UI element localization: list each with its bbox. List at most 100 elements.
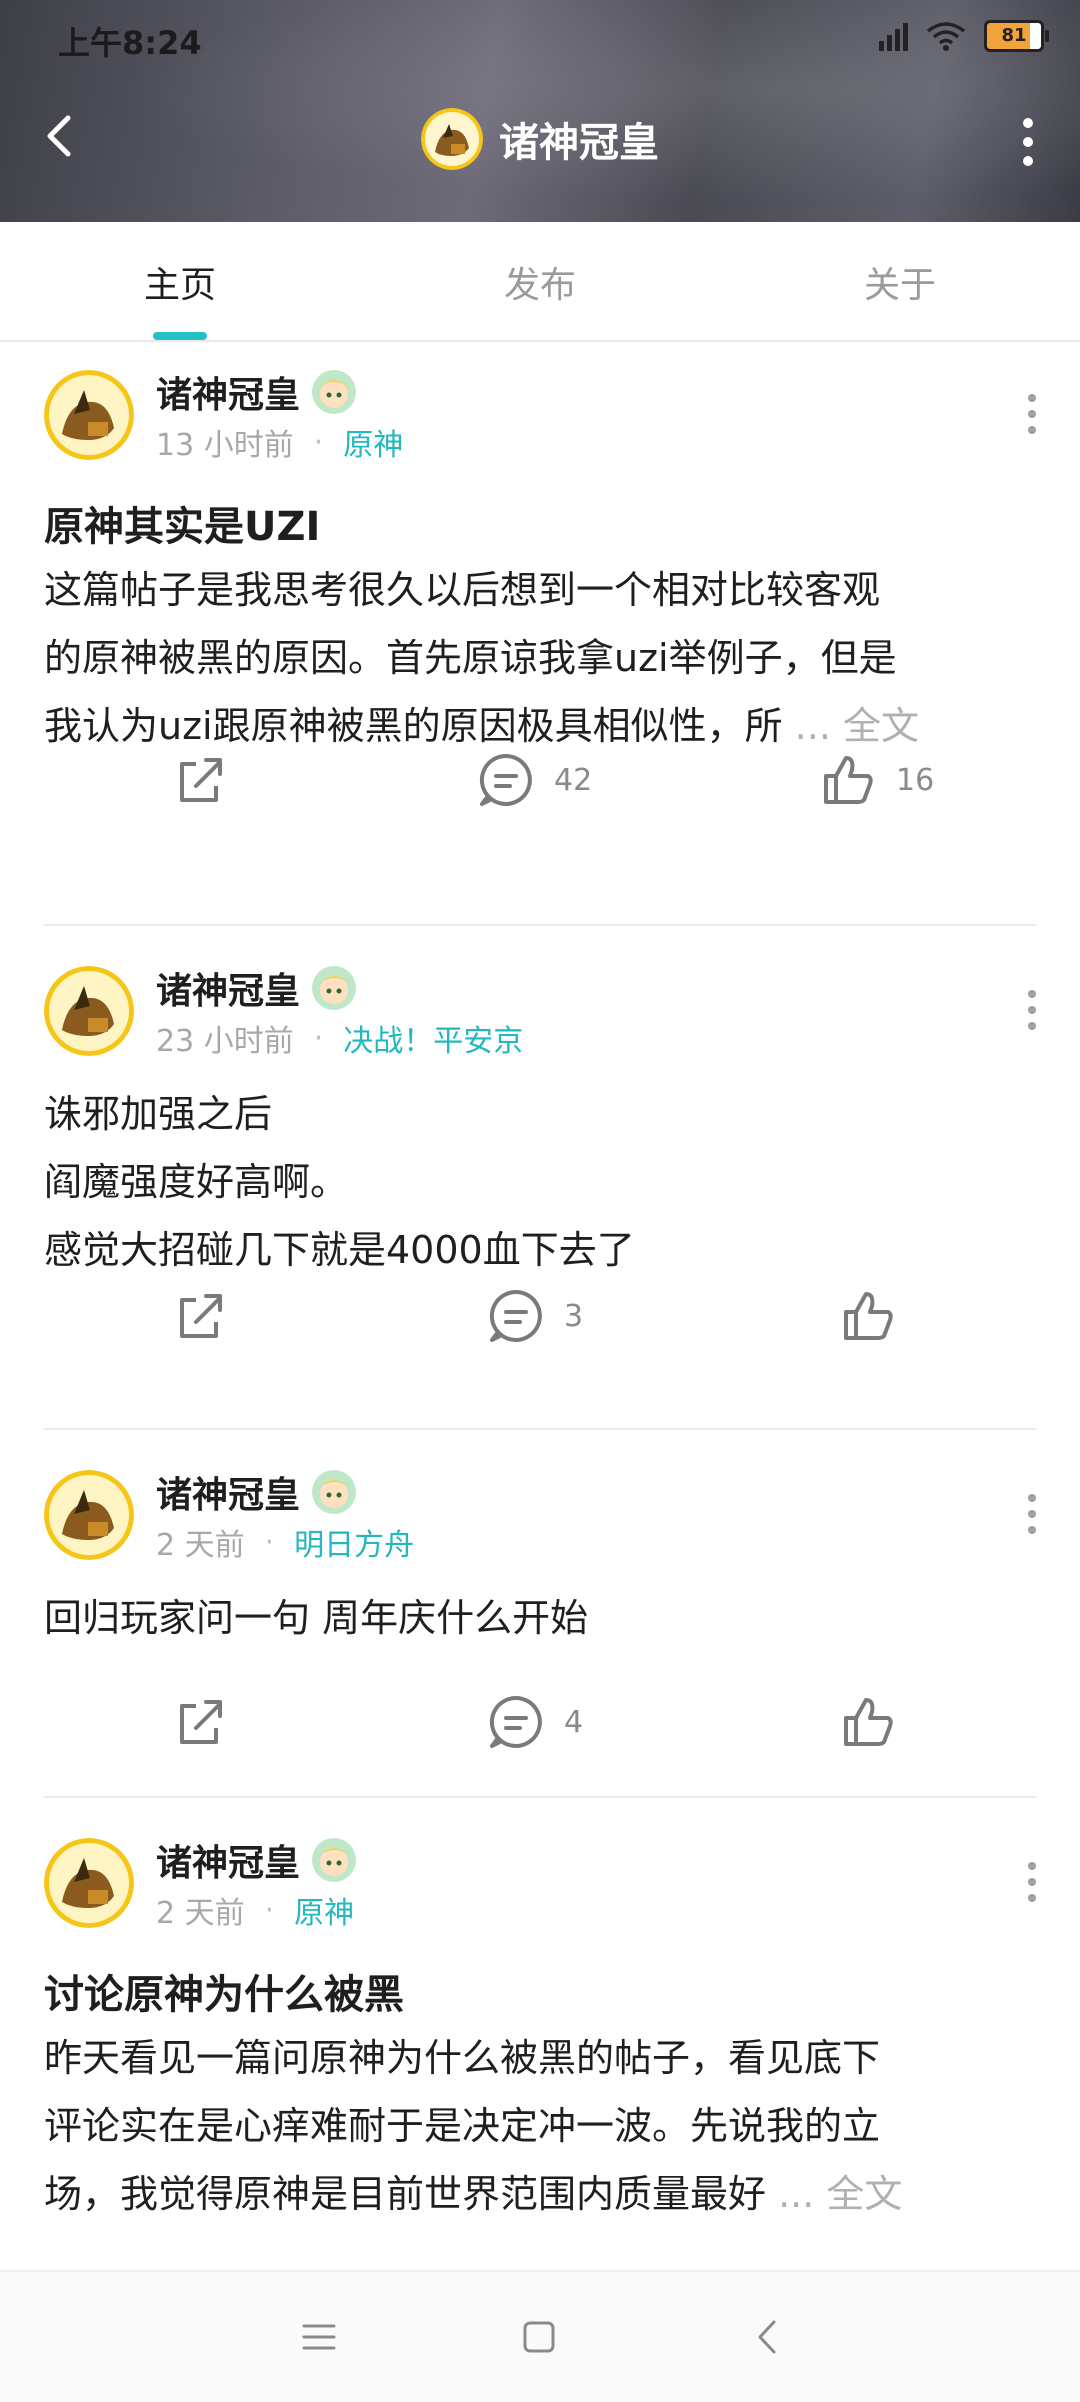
post-topic-link[interactable]: 明日方舟 xyxy=(294,1520,414,1564)
comment-icon xyxy=(479,753,532,806)
user-badge-icon xyxy=(312,1838,357,1882)
meta-separator: · xyxy=(313,424,324,460)
post-title[interactable]: 原神其实是UZI xyxy=(44,494,320,552)
system-nav-bar xyxy=(0,2270,1080,2402)
meta-separator: · xyxy=(313,1020,324,1056)
home-icon[interactable] xyxy=(516,2314,562,2360)
like-button[interactable]: 16 xyxy=(818,750,934,810)
author-name[interactable]: 诸神冠皇 xyxy=(156,1466,358,1518)
post-meta: 2 天前 · 明日方舟 xyxy=(156,1520,414,1564)
like-button[interactable] xyxy=(838,1286,898,1346)
post-time: 23 小时前 xyxy=(156,1024,294,1059)
author-name-text: 诸神冠皇 xyxy=(156,1843,301,1884)
post-card[interactable]: 诸神冠皇 13 小时前 · 原神 原神其实是UZI 这篇帖子是我思考很久以后想到… xyxy=(0,342,1080,926)
tab-home[interactable]: 主页 xyxy=(0,222,360,340)
header-title-group: 诸神冠皇 xyxy=(0,108,1080,170)
comment-icon xyxy=(489,1695,542,1748)
post-meta: 23 小时前 · 决战！平安京 xyxy=(156,1016,523,1060)
post-topic-link[interactable]: 原神 xyxy=(343,420,403,464)
post-title[interactable]: 讨论原神为什么被黑 xyxy=(44,1962,404,2020)
post-card[interactable]: 诸神冠皇 2 天前 · 原神 讨论原神为什么被黑 昨天看见一篇问原神为什么被黑的… xyxy=(0,1810,1080,2260)
post-body-line: 评论实在是心痒难耐于是决定冲一波。先说我的立 xyxy=(44,2104,881,2148)
page-title: 诸神冠皇 xyxy=(499,120,659,166)
post-body[interactable]: 这篇帖子是我思考很久以后想到一个相对比较客观 的原神被黑的原因。首先原谅我拿uz… xyxy=(44,556,1036,760)
post-body-line: 回归玩家问一句 周年庆什么开始 xyxy=(44,1596,589,1640)
wifi-icon xyxy=(926,22,966,51)
comment-button[interactable]: 3 xyxy=(486,1286,583,1346)
avatar[interactable] xyxy=(44,370,134,460)
post-body-line: 场，我觉得原神是目前世界范围内质量最好 ... 全文 xyxy=(44,2160,1036,2228)
comment-button[interactable]: 42 xyxy=(476,750,592,810)
tab-publish[interactable]: 发布 xyxy=(360,222,720,340)
comment-icon xyxy=(489,1289,542,1342)
thumbs-up-icon xyxy=(824,756,873,804)
avatar[interactable] xyxy=(44,1470,134,1560)
post-actions: 42 16 xyxy=(0,750,1080,830)
back-nav-icon[interactable] xyxy=(746,2314,792,2360)
post-divider xyxy=(44,1796,1036,1798)
menu-icon[interactable] xyxy=(296,2314,342,2360)
tab-bar: 主页 发布 关于 xyxy=(0,222,1080,342)
status-time: 上午8:24 xyxy=(58,24,202,62)
post-topic-link[interactable]: 原神 xyxy=(294,1888,354,1932)
post-body-line-text: 我认为uzi跟原神被黑的原因极具相似性，所 xyxy=(44,704,795,748)
signal-icon xyxy=(879,21,908,51)
post-body[interactable]: 诛邪加强之后 阎魔强度好高啊。 感觉大招碰几下就是4000血下去了 xyxy=(44,1080,1036,1284)
post-actions: 4 xyxy=(0,1692,1080,1772)
app-header: 上午8:24 81 诸神冠皇 xyxy=(0,0,1080,222)
post-divider xyxy=(44,1428,1036,1430)
like-button[interactable] xyxy=(838,1692,898,1752)
post-card[interactable]: 诸神冠皇 2 天前 · 明日方舟 回归玩家问一句 周年庆什么开始 4 xyxy=(0,1442,1080,1802)
post-body-line: 这篇帖子是我思考很久以后想到一个相对比较客观 xyxy=(44,568,881,612)
tab-about[interactable]: 关于 xyxy=(720,222,1080,340)
post-divider xyxy=(44,924,1036,926)
author-name-text: 诸神冠皇 xyxy=(156,971,301,1012)
like-count: 16 xyxy=(896,762,935,798)
post-more-icon[interactable] xyxy=(1024,1494,1040,1540)
post-time: 2 天前 xyxy=(156,1528,245,1563)
post-meta: 2 天前 · 原神 xyxy=(156,1888,354,1932)
post-more-icon[interactable] xyxy=(1024,990,1040,1036)
post-time: 13 小时前 xyxy=(156,428,294,463)
post-meta: 13 小时前 · 原神 xyxy=(156,420,403,464)
comment-button[interactable]: 4 xyxy=(486,1692,583,1752)
share-icon xyxy=(180,758,222,802)
post-body-line: 昨天看见一篇问原神为什么被黑的帖子，看见底下 xyxy=(44,2036,881,2080)
post-actions: 3 xyxy=(0,1286,1080,1366)
author-name[interactable]: 诸神冠皇 xyxy=(156,962,358,1014)
post-card[interactable]: 诸神冠皇 23 小时前 · 决战！平安京 诛邪加强之后 阎魔强度好高啊。 感觉大… xyxy=(0,938,1080,1430)
post-topic-link[interactable]: 决战！平安京 xyxy=(343,1016,523,1060)
post-body[interactable]: 回归玩家问一句 周年庆什么开始 xyxy=(44,1584,1036,1652)
post-body[interactable]: 昨天看见一篇问原神为什么被黑的帖子，看见底下 评论实在是心痒难耐于是决定冲一波。… xyxy=(44,2024,1036,2228)
post-more-icon[interactable] xyxy=(1024,1862,1040,1908)
share-button[interactable] xyxy=(170,1692,230,1752)
share-icon xyxy=(180,1294,222,1338)
post-body-line: 的原神被黑的原因。首先原谅我拿uzi举例子，但是 xyxy=(44,636,897,680)
post-body-line-text: 场，我觉得原神是目前世界范围内质量最好 xyxy=(44,2172,779,2216)
post-more-icon[interactable] xyxy=(1024,394,1040,440)
meta-separator: · xyxy=(264,1524,275,1560)
status-icons: 81 xyxy=(879,20,1049,52)
thumbs-up-icon xyxy=(844,1698,893,1746)
author-name-text: 诸神冠皇 xyxy=(156,1475,301,1516)
post-body-line: 感觉大招碰几下就是4000血下去了 xyxy=(44,1228,635,1272)
comment-count: 4 xyxy=(564,1704,584,1740)
channel-avatar xyxy=(421,108,483,170)
share-icon xyxy=(180,1700,222,1744)
post-body-line: 阎魔强度好高啊。 xyxy=(44,1160,349,1204)
more-menu-button[interactable] xyxy=(1016,118,1040,166)
comment-count: 42 xyxy=(554,762,593,798)
author-name[interactable]: 诸神冠皇 xyxy=(156,1834,358,1886)
avatar[interactable] xyxy=(44,1838,134,1928)
author-name[interactable]: 诸神冠皇 xyxy=(156,366,358,418)
avatar[interactable] xyxy=(44,966,134,1056)
share-button[interactable] xyxy=(170,1286,230,1346)
share-button[interactable] xyxy=(170,750,230,810)
read-more-link[interactable]: ... 全文 xyxy=(795,704,919,748)
user-badge-icon xyxy=(312,370,357,414)
comment-count: 3 xyxy=(564,1298,584,1334)
author-name-text: 诸神冠皇 xyxy=(156,375,301,416)
post-time: 2 天前 xyxy=(156,1896,245,1931)
read-more-link[interactable]: ... 全文 xyxy=(778,2172,902,2216)
user-badge-icon xyxy=(312,966,357,1010)
